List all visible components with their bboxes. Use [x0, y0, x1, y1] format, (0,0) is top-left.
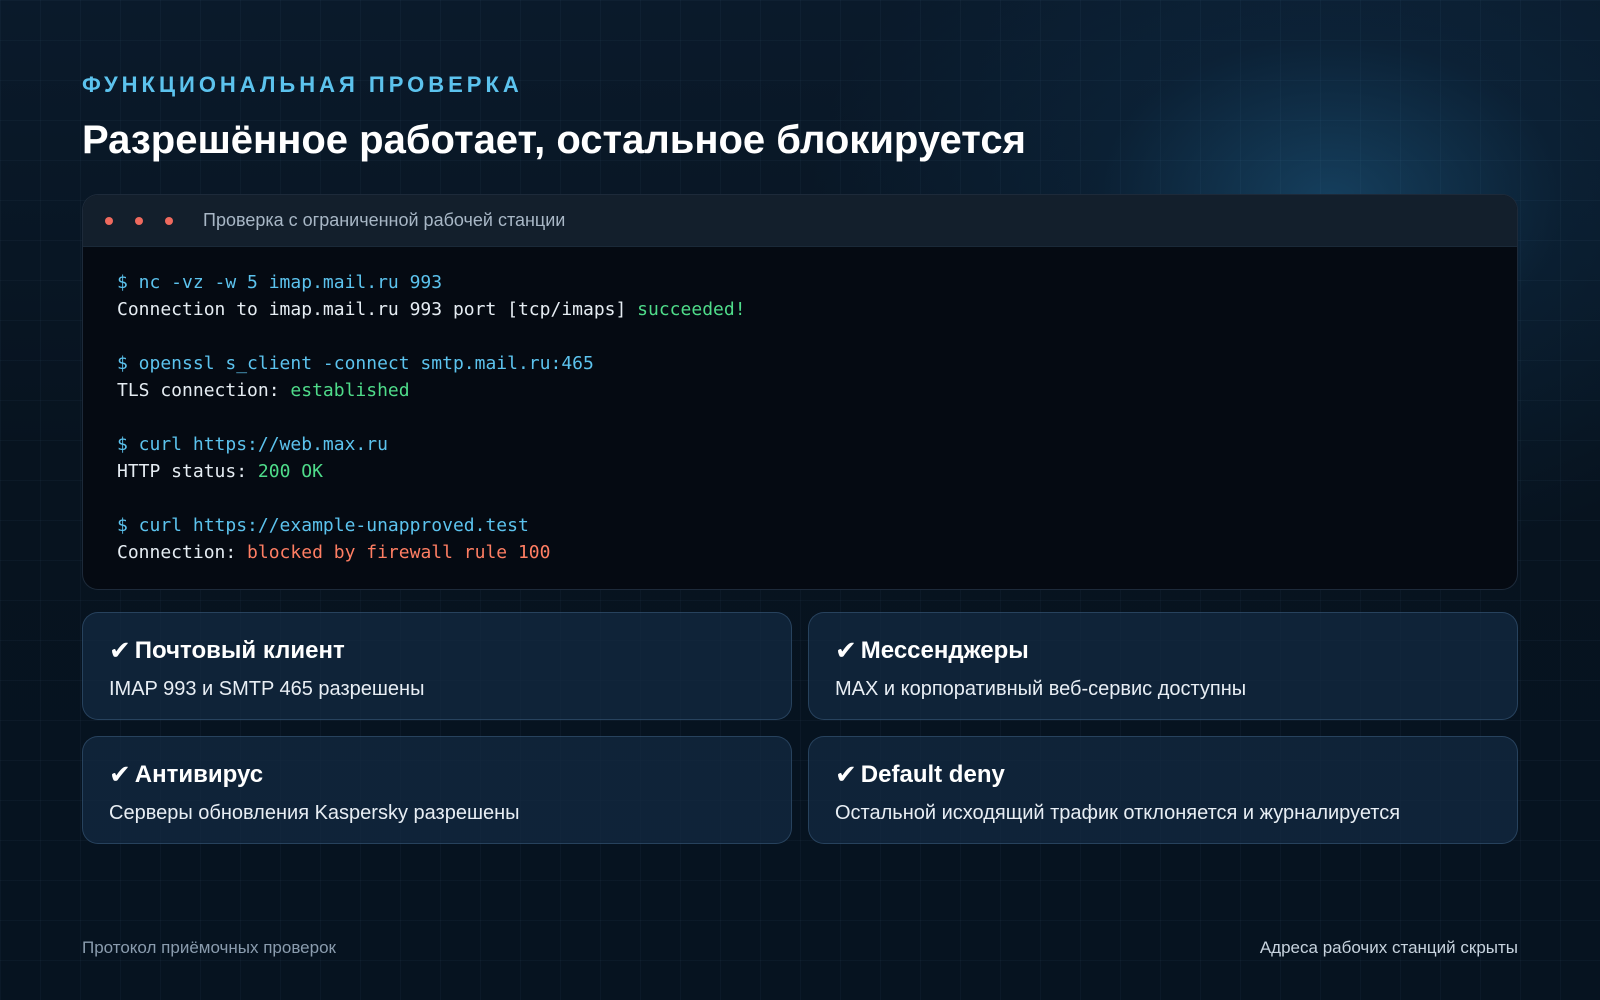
- window-minimize-dot-icon: [135, 216, 143, 225]
- checkmark-icon: ✔: [835, 635, 857, 665]
- footer-protocol-label: Протокол приёмочных проверок: [82, 938, 336, 957]
- terminal-title-bar: Проверка с ограниченной рабочей станции: [83, 195, 1517, 247]
- card-title: Почтовый клиент: [134, 636, 345, 664]
- terminal-output-line: Connection to imap.mail.ru 993 port [tcp…: [117, 296, 1483, 323]
- checkmark-icon: ✔: [835, 759, 857, 789]
- output-text: HTTP status:: [117, 461, 258, 482]
- card-description: Серверы обновления Kaspersky разрешены: [109, 802, 520, 824]
- page-title: Разрешённое работает, остальное блокируе…: [82, 118, 1026, 162]
- terminal-output-line: TLS connection: established: [117, 377, 1483, 404]
- checkmark-icon: ✔: [109, 759, 131, 789]
- output-text: Connection to imap.mail.ru 993 port [tcp…: [117, 299, 638, 320]
- terminal-command: $ curl https://web.max.ru: [117, 434, 388, 455]
- output-status-success: established: [290, 380, 410, 401]
- card-description: MAX и корпоративный веб-сервис доступны: [835, 678, 1247, 700]
- terminal-command: $ curl https://example-unapproved.test: [117, 515, 529, 536]
- result-cards: ✔ Почтовый клиент IMAP 993 и SMTP 465 ра…: [82, 612, 1518, 844]
- card-description: IMAP 993 и SMTP 465 разрешены: [109, 678, 425, 700]
- card-title: Мессенджеры: [860, 636, 1029, 664]
- card-antivirus: ✔ Антивирус Серверы обновления Kaspersky…: [82, 736, 792, 844]
- terminal-block-imap: $ nc -vz -w 5 imap.mail.ru 993 Connectio…: [117, 269, 1483, 323]
- card-messengers: ✔ Мессенджеры MAX и корпоративный веб-се…: [808, 612, 1518, 720]
- terminal-command: $ nc -vz -w 5 imap.mail.ru 993: [117, 272, 443, 293]
- card-title: Default deny: [860, 760, 1005, 788]
- output-text: TLS connection:: [117, 380, 291, 401]
- terminal-window: Проверка с ограниченной рабочей станции …: [82, 194, 1518, 590]
- terminal-command: $ openssl s_client -connect smtp.mail.ru…: [117, 353, 594, 374]
- card-heading: ✔ Мессенджеры: [835, 635, 1491, 666]
- terminal-block-smtp: $ openssl s_client -connect smtp.mail.ru…: [117, 350, 1483, 404]
- card-description: Остальной исходящий трафик отклоняется и…: [835, 802, 1401, 824]
- card-mail-client: ✔ Почтовый клиент IMAP 993 и SMTP 465 ра…: [82, 612, 792, 720]
- card-heading: ✔ Почтовый клиент: [109, 635, 765, 666]
- card-heading: ✔ Default deny: [835, 759, 1491, 790]
- output-status-success: 200 OK: [257, 461, 323, 482]
- terminal-title: Проверка с ограниченной рабочей станции: [203, 210, 566, 230]
- card-default-deny: ✔ Default deny Остальной исходящий трафи…: [808, 736, 1518, 844]
- card-title: Антивирус: [134, 760, 264, 788]
- output-text: Connection:: [117, 542, 248, 563]
- section-kicker: ФУНКЦИОНАЛЬНАЯ ПРОВЕРКА: [82, 72, 523, 97]
- output-status-blocked: blocked by firewall rule 100: [247, 542, 551, 563]
- window-maximize-dot-icon: [165, 216, 173, 225]
- window-close-dot-icon: [105, 216, 113, 225]
- footer-privacy-note: Адреса рабочих станций скрыты: [1259, 938, 1518, 957]
- terminal-output-line: HTTP status: 200 OK: [117, 458, 1483, 485]
- terminal-output: $ nc -vz -w 5 imap.mail.ru 993 Connectio…: [83, 247, 1517, 566]
- checkmark-icon: ✔: [109, 635, 131, 665]
- terminal-output-line: Connection: blocked by firewall rule 100: [117, 539, 1483, 566]
- terminal-block-unapproved: $ curl https://example-unapproved.test C…: [117, 512, 1483, 566]
- card-heading: ✔ Антивирус: [109, 759, 765, 790]
- terminal-block-max: $ curl https://web.max.ru HTTP status: 2…: [117, 431, 1483, 485]
- output-status-success: succeeded!: [637, 299, 746, 320]
